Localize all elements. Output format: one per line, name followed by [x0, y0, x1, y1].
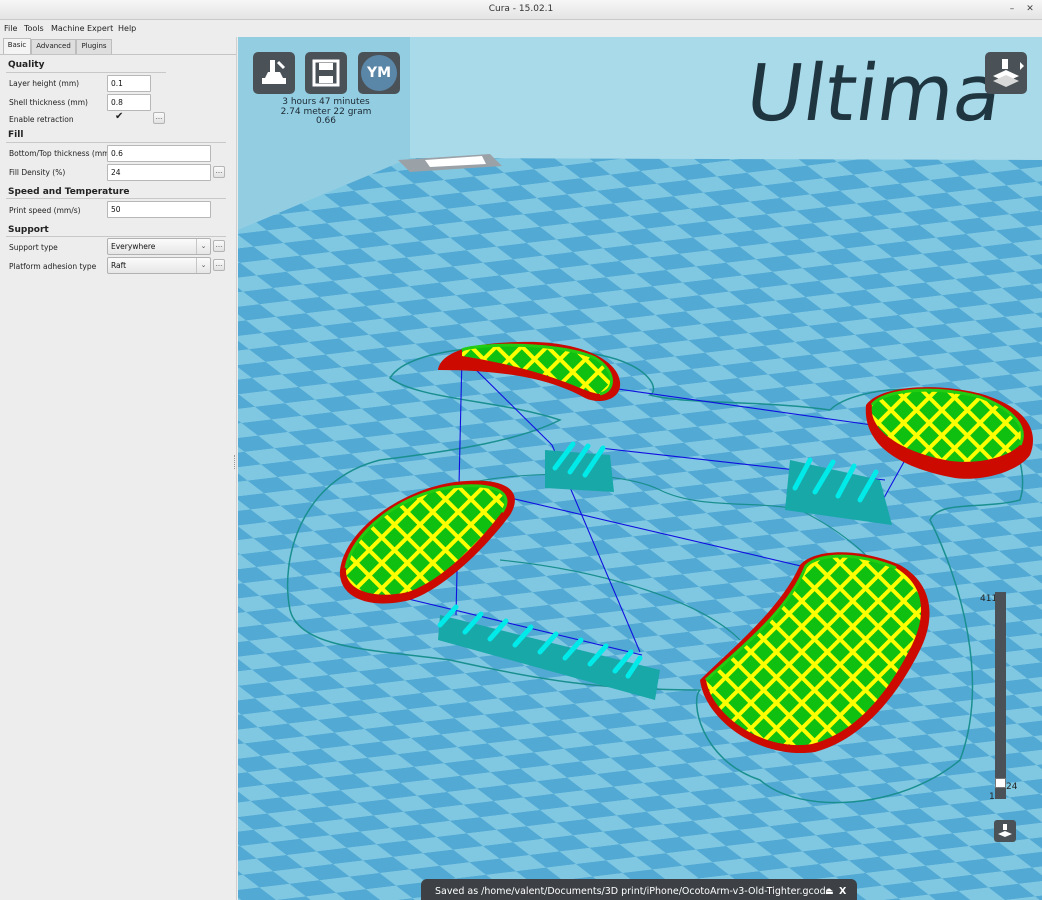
layer-slider-handle[interactable]: [995, 778, 1006, 788]
section-fill: Fill: [8, 130, 24, 140]
brand-text: Ultima: [740, 48, 1008, 139]
bottom-top-label: Bottom/Top thickness (mm): [9, 149, 113, 158]
build-plate: [238, 158, 1042, 900]
close-window-icon[interactable]: ✕: [1024, 3, 1036, 15]
section-divider: [6, 142, 226, 143]
layer-height-input[interactable]: 0.1: [107, 75, 151, 92]
menu-expert[interactable]: Expert: [87, 24, 113, 33]
section-support: Support: [8, 225, 49, 235]
layer-height-label: Layer height (mm): [9, 79, 80, 88]
retraction-label: Enable retraction: [9, 115, 74, 124]
3d-viewport[interactable]: Ultima: [238, 37, 1042, 900]
close-notification-button[interactable]: X: [839, 879, 846, 900]
chevron-down-icon: ⌄: [196, 258, 210, 273]
tab-basic[interactable]: Basic: [3, 38, 31, 55]
layers-icon: [993, 59, 1024, 87]
shell-thickness-label: Shell thickness (mm): [9, 98, 88, 107]
print-estimate: 3 hours 47 minutes 2.74 meter 22 gram 0.…: [262, 97, 390, 127]
layer-current-label: 24: [1006, 782, 1018, 792]
section-divider: [6, 236, 226, 237]
youmagine-icon: YM: [361, 55, 397, 91]
view-mode-button[interactable]: [985, 52, 1027, 94]
menu-file[interactable]: File: [4, 24, 17, 33]
adhesion-settings-button[interactable]: ...: [213, 259, 225, 271]
support-type-value: Everywhere: [111, 242, 156, 251]
save-notification: Saved as /home/valent/Documents/3D print…: [421, 879, 857, 900]
minimize-icon[interactable]: –: [1006, 3, 1018, 15]
chevron-down-icon: ⌄: [196, 239, 210, 254]
adhesion-label: Platform adhesion type: [9, 262, 97, 271]
section-speed: Speed and Temperature: [8, 187, 130, 197]
youmagine-button[interactable]: YM: [358, 52, 400, 94]
print-speed-label: Print speed (mm/s): [9, 206, 81, 215]
print-speed-input[interactable]: 50: [107, 201, 211, 218]
layer-slider[interactable]: [995, 592, 1006, 799]
tab-divider: [0, 54, 236, 55]
window-title: Cura - 15.02.1: [488, 4, 554, 14]
eject-icon[interactable]: ⏏: [825, 879, 834, 900]
section-divider: [6, 198, 226, 199]
fill-settings-button[interactable]: ...: [213, 166, 225, 178]
support-settings-button[interactable]: ...: [213, 240, 225, 252]
adhesion-select[interactable]: Raft ⌄: [107, 257, 211, 274]
support-type-label: Support type: [9, 243, 58, 252]
adhesion-value: Raft: [111, 261, 127, 270]
section-quality: Quality: [8, 60, 45, 70]
layer-min-label: 1: [989, 792, 995, 802]
title-bar: Cura - 15.02.1 – ✕: [0, 0, 1042, 20]
load-icon: [262, 60, 286, 84]
tab-advanced[interactable]: Advanced: [31, 39, 76, 54]
save-notification-text: Saved as /home/valent/Documents/3D print…: [435, 886, 832, 897]
retraction-settings-button[interactable]: ...: [153, 112, 165, 124]
tab-plugins[interactable]: Plugins: [76, 39, 112, 54]
fill-density-label: Fill Density (%): [9, 168, 66, 177]
layer-view-button[interactable]: [994, 820, 1016, 842]
menu-help[interactable]: Help: [118, 24, 136, 33]
retraction-checkbox[interactable]: ✔: [115, 111, 123, 122]
panel-splitter[interactable]: [234, 455, 237, 469]
shell-thickness-input[interactable]: 0.8: [107, 94, 151, 111]
save-icon: [312, 59, 340, 87]
build-plate-scene: Ultima: [238, 37, 1042, 900]
load-model-button[interactable]: [253, 52, 295, 94]
menu-tools[interactable]: Tools: [24, 24, 44, 33]
fill-density-input[interactable]: 24: [107, 164, 211, 181]
menu-machine[interactable]: Machine: [51, 24, 85, 33]
layers-small-icon: [998, 824, 1012, 837]
menu-bar: File Tools Machine Expert Help: [0, 20, 1042, 37]
support-type-select[interactable]: Everywhere ⌄: [107, 238, 211, 255]
save-gcode-button[interactable]: [305, 52, 347, 94]
print-cost: 0.66: [315, 116, 337, 126]
section-divider: [6, 72, 166, 73]
bottom-top-input[interactable]: 0.6: [107, 145, 211, 162]
